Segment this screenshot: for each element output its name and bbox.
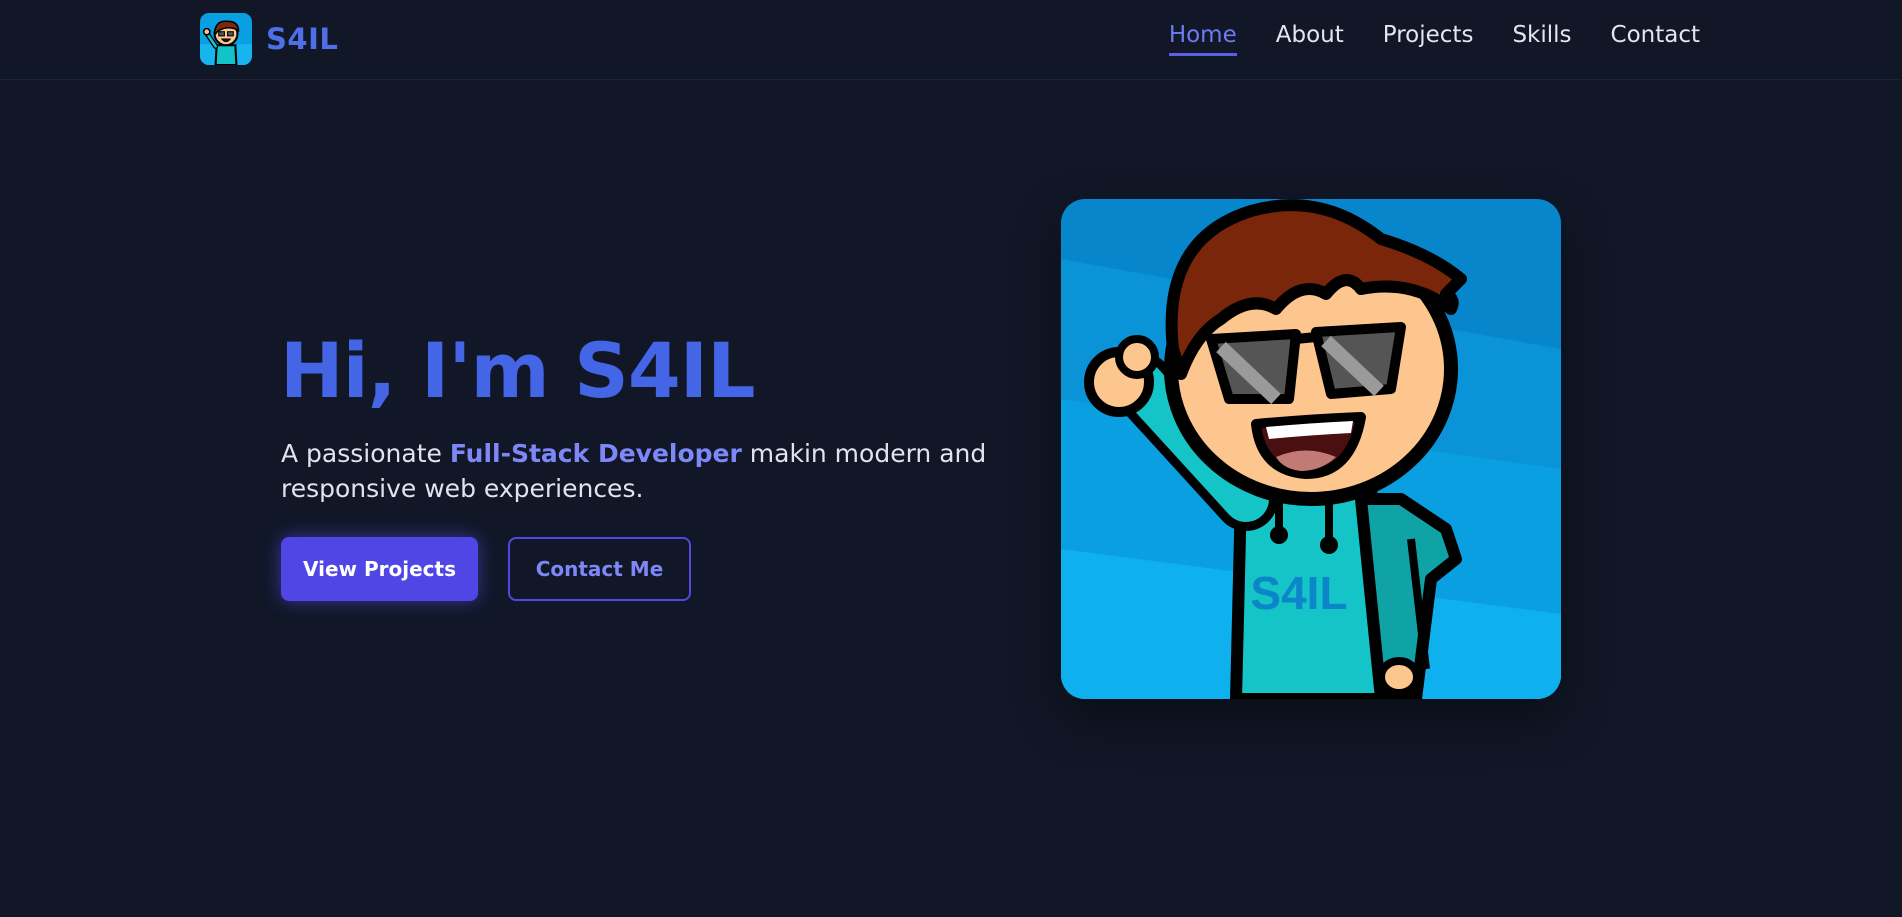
brand-link[interactable]: S4IL — [200, 13, 338, 65]
nav-item-home[interactable]: Home — [1168, 22, 1237, 56]
hero-subtitle-start: A passionate — [281, 439, 450, 468]
navbar: S4IL Home About Projects Skills Contact — [0, 0, 1902, 80]
mascot-avatar-illustration: S4IL — [1061, 199, 1561, 699]
view-projects-button[interactable]: View Projects — [281, 537, 478, 601]
brand-name: S4IL — [266, 22, 339, 56]
hero-subtitle-highlight: Full-Stack Developer — [449, 439, 742, 468]
hero-title: Hi, I'm S4IL — [280, 326, 756, 415]
nav-item-contact[interactable]: Contact — [1611, 22, 1700, 56]
hero-avatar-image: S4IL — [1061, 199, 1561, 699]
nav-item-projects[interactable]: Projects — [1383, 22, 1474, 56]
hero-subtitle: A passionate Full-Stack Developer makin … — [281, 436, 1001, 506]
nav-item-skills[interactable]: Skills — [1512, 22, 1571, 56]
contact-me-button[interactable]: Contact Me — [508, 537, 691, 601]
brand-logo-icon — [200, 13, 252, 65]
nav-item-about[interactable]: About — [1276, 22, 1344, 56]
nav-links: Home About Projects Skills Contact — [1168, 22, 1700, 56]
hoodie-text: S4IL — [1250, 567, 1347, 619]
